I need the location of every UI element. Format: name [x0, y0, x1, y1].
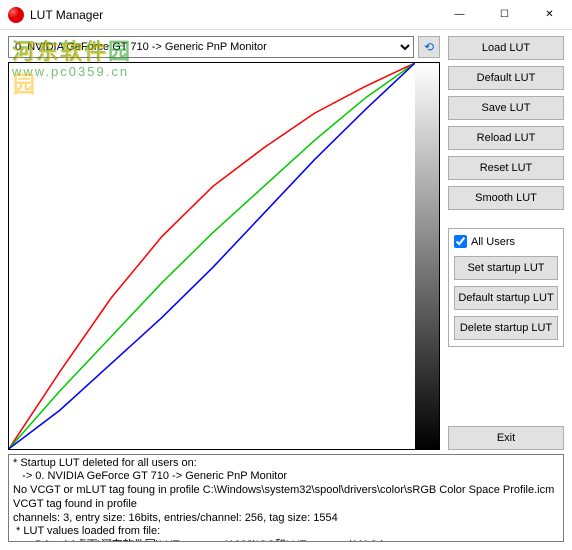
allusers-group: All Users Set startup LUT Default startu…	[448, 228, 564, 347]
device-select[interactable]: 0. NVIDIA GeForce GT 710 -> Generic PnP …	[8, 36, 414, 58]
refresh-button[interactable]: ⟲	[418, 36, 440, 58]
reset-lut-button[interactable]: Reset LUT	[448, 156, 564, 180]
titlebar: LUT Manager — ☐ ✕	[0, 0, 572, 30]
window-title: LUT Manager	[30, 8, 103, 22]
delete-startup-lut-button[interactable]: Delete startup LUT	[454, 316, 558, 340]
allusers-checkbox-row[interactable]: All Users	[454, 235, 558, 248]
set-startup-lut-button[interactable]: Set startup LUT	[454, 256, 558, 280]
default-startup-lut-button[interactable]: Default startup LUT	[454, 286, 558, 310]
reload-lut-button[interactable]: Reload LUT	[448, 126, 564, 150]
allusers-checkbox[interactable]	[454, 235, 467, 248]
maximize-button[interactable]: ☐	[482, 0, 527, 30]
close-button[interactable]: ✕	[527, 0, 572, 30]
app-icon	[8, 7, 24, 23]
default-lut-button[interactable]: Default LUT	[448, 66, 564, 90]
load-lut-button[interactable]: Load LUT	[448, 36, 564, 60]
gradient-strip	[415, 63, 439, 449]
lut-chart-svg	[9, 63, 415, 449]
window-controls: — ☐ ✕	[437, 0, 572, 30]
log-panel[interactable]: * Startup LUT deleted for all users on: …	[8, 454, 564, 542]
lut-chart	[8, 62, 440, 450]
save-lut-button[interactable]: Save LUT	[448, 96, 564, 120]
minimize-button[interactable]: —	[437, 0, 482, 30]
refresh-icon: ⟲	[424, 40, 434, 54]
allusers-label: All Users	[471, 236, 515, 248]
exit-button[interactable]: Exit	[448, 426, 564, 450]
smooth-lut-button[interactable]: Smooth LUT	[448, 186, 564, 210]
